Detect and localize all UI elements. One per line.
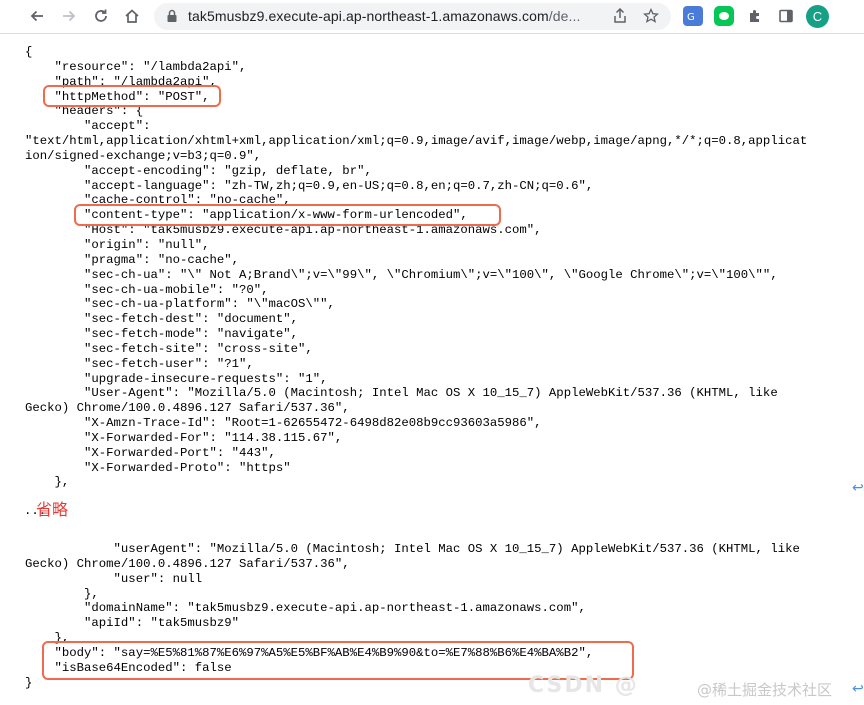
- code-line: ion/signed-exchange;v=b3;q=0.9",: [25, 148, 262, 163]
- url-path: /de...: [548, 8, 581, 24]
- code-line: "sec-ch-ua-mobile": "?0",: [25, 282, 269, 297]
- code-line: "X-Forwarded-For": "114.38.115.67",: [25, 430, 343, 445]
- line-extension-icon[interactable]: [714, 6, 734, 26]
- arrow-right-icon: [63, 10, 76, 22]
- code-line: "domainName": "tak5musbz9.execute-api.ap…: [25, 601, 586, 616]
- profile-avatar[interactable]: C: [806, 5, 829, 28]
- code-line: "accept-encoding": "gzip, deflate, br",: [25, 163, 372, 178]
- code-line: "text/html,application/xhtml+xml,applica…: [25, 134, 808, 149]
- code-line: "upgrade-insecure-requests": "1",: [25, 371, 328, 386]
- code-line: "User-Agent": "Mozilla/5.0 (Macintosh; I…: [25, 386, 778, 401]
- browser-toolbar: tak5musbz9.execute-api.ap-northeast-1.am…: [0, 0, 864, 34]
- http-method-highlight: [43, 85, 221, 107]
- reload-button[interactable]: [89, 4, 113, 28]
- home-icon: [125, 9, 139, 23]
- omitted-label: 省略: [36, 502, 69, 519]
- page-content: { "resource": "/lambda2api", "path": "/l…: [0, 33, 864, 705]
- code-line: "resource": "/lambda2api",: [25, 59, 247, 74]
- forward-button[interactable]: [57, 4, 81, 28]
- address-bar[interactable]: tak5musbz9.execute-api.ap-northeast-1.am…: [154, 3, 671, 30]
- share-icon[interactable]: [610, 6, 630, 26]
- reload-icon: [95, 9, 107, 22]
- code-line: "sec-ch-ua-platform": "\"macOS\"",: [25, 297, 335, 312]
- json-response-top: { "resource": "/lambda2api", "path": "/l…: [25, 45, 807, 490]
- url-domain: tak5musbz9.execute-api.ap-northeast-1.am…: [188, 8, 549, 24]
- code-line: "origin": "null",: [25, 237, 210, 252]
- code-line: "accept":: [25, 119, 151, 134]
- code-line: "accept-language": "zh-TW,zh;q=0.9,en-US…: [25, 178, 594, 193]
- code-line: "apiId": "tak5musbz9": [25, 616, 240, 631]
- code-line: }: [25, 675, 33, 690]
- code-line: {: [25, 45, 33, 59]
- code-line: "userAgent": "Mozilla/5.0 (Macintosh; In…: [25, 542, 800, 556]
- url-text[interactable]: tak5musbz9.execute-api.ap-northeast-1.am…: [188, 8, 580, 24]
- code-line: Gecko) Chrome/100.0.4896.127 Safari/537.…: [25, 401, 350, 416]
- code-line: "X-Forwarded-Proto": "https": [25, 460, 291, 475]
- home-button[interactable]: [120, 4, 144, 28]
- code-line: "sec-ch-ua": "\" Not A;Brand\";v=\"99\",…: [25, 267, 778, 282]
- code-line: "sec-fetch-mode": "navigate",: [25, 327, 299, 342]
- back-button[interactable]: [25, 4, 49, 28]
- wrap-arrow-icon: ↩: [852, 480, 864, 496]
- side-panel-icon[interactable]: [776, 6, 796, 26]
- code-line: "sec-fetch-site": "cross-site",: [25, 341, 313, 356]
- svg-text:G: G: [687, 12, 695, 23]
- code-line: "pragma": "no-cache",: [25, 252, 240, 267]
- code-line: Gecko) Chrome/100.0.4896.127 Safari/537.…: [25, 556, 350, 571]
- arrow-left-icon: [30, 10, 43, 22]
- translate-extension-icon[interactable]: G: [683, 6, 703, 26]
- watermark-site: @稀土掘金技术社区: [697, 681, 833, 699]
- code-line: "X-Amzn-Trace-Id": "Root=1-62655472-6498…: [25, 416, 542, 431]
- code-line: },: [25, 586, 99, 601]
- code-line: "X-Forwarded-Port": "443",: [25, 445, 276, 460]
- wrap-arrow-icon-bottom: ↩: [852, 681, 864, 697]
- extensions-puzzle-icon[interactable]: [745, 6, 765, 26]
- code-line: "sec-fetch-user": "?1",: [25, 356, 254, 371]
- watermark: CSDN @: [528, 673, 639, 698]
- code-line: "user": null: [25, 571, 203, 586]
- lock-icon[interactable]: [162, 6, 182, 26]
- bookmark-star-icon[interactable]: [641, 6, 661, 26]
- content-type-highlight: [74, 204, 501, 226]
- code-line: "sec-fetch-dest": "document",: [25, 312, 299, 327]
- code-line: },: [25, 475, 70, 490]
